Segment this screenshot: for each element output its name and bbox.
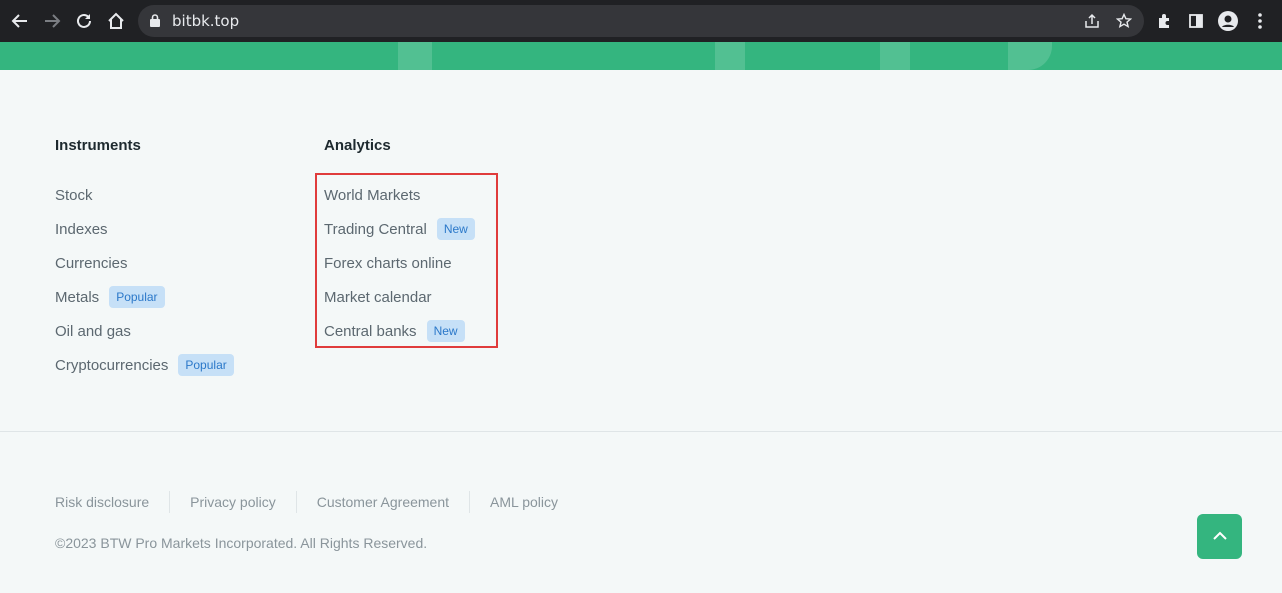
link-separator xyxy=(295,491,297,513)
banner-decoration xyxy=(880,42,910,70)
aml-policy-link[interactable]: AML policy xyxy=(490,494,558,510)
extensions-icon[interactable] xyxy=(1152,9,1176,33)
list-item: Market calendar xyxy=(324,280,475,314)
copyright-text: ©2023 BTW Pro Markets Incorporated. All … xyxy=(55,535,428,551)
instruments-column: Instruments Stock Indexes Currencies Met… xyxy=(55,136,234,382)
banner-decoration xyxy=(1008,42,1052,70)
footer-divider xyxy=(0,431,1282,432)
list-item: Currencies xyxy=(55,246,234,280)
share-icon[interactable] xyxy=(1082,11,1102,31)
risk-disclosure-link[interactable]: Risk disclosure xyxy=(55,494,149,510)
reload-icon[interactable] xyxy=(72,9,96,33)
instrument-link-indexes[interactable]: Indexes xyxy=(55,221,108,238)
browser-toolbar: bitbk.top xyxy=(0,0,1282,42)
home-icon[interactable] xyxy=(104,9,128,33)
banner-decoration xyxy=(715,42,745,70)
url-text: bitbk.top xyxy=(172,12,240,30)
profile-icon[interactable] xyxy=(1216,9,1240,33)
analytics-list: World Markets Trading Central New Forex c… xyxy=(324,178,475,348)
list-item: Stock xyxy=(55,178,234,212)
bookmark-star-icon[interactable] xyxy=(1114,11,1134,31)
address-bar[interactable]: bitbk.top xyxy=(138,5,1144,37)
instrument-link-metals[interactable]: Metals xyxy=(55,289,99,306)
customer-agreement-link[interactable]: Customer Agreement xyxy=(317,494,449,510)
analytics-link-forex-charts-online[interactable]: Forex charts online xyxy=(324,255,452,272)
instrument-link-cryptocurrencies[interactable]: Cryptocurrencies xyxy=(55,357,168,374)
link-separator xyxy=(469,491,471,513)
analytics-link-trading-central[interactable]: Trading Central xyxy=(324,221,427,238)
instrument-link-oil-and-gas[interactable]: Oil and gas xyxy=(55,323,131,340)
instrument-link-stock[interactable]: Stock xyxy=(55,187,93,204)
list-item: Indexes xyxy=(55,212,234,246)
link-separator xyxy=(169,491,171,513)
lock-icon xyxy=(150,14,160,32)
side-panel-icon[interactable] xyxy=(1184,9,1208,33)
chevron-up-icon xyxy=(1212,528,1228,546)
list-item: World Markets xyxy=(324,178,475,212)
instrument-link-currencies[interactable]: Currencies xyxy=(55,255,128,272)
analytics-heading: Analytics xyxy=(324,137,391,154)
instruments-heading: Instruments xyxy=(55,137,141,154)
list-item: Metals Popular xyxy=(55,280,234,314)
analytics-link-world-markets[interactable]: World Markets xyxy=(324,187,420,204)
analytics-link-market-calendar[interactable]: Market calendar xyxy=(324,289,432,306)
forward-icon[interactable] xyxy=(40,9,64,33)
new-badge: New xyxy=(426,320,465,342)
scroll-to-top-button[interactable] xyxy=(1197,514,1242,559)
popular-badge: Popular xyxy=(178,354,234,376)
privacy-policy-link[interactable]: Privacy policy xyxy=(190,494,276,510)
hero-banner-strip xyxy=(0,42,1282,70)
list-item: Forex charts online xyxy=(324,246,475,280)
back-icon[interactable] xyxy=(8,9,32,33)
instruments-list: Stock Indexes Currencies Metals Popular O… xyxy=(55,178,234,382)
list-item: Trading Central New xyxy=(324,212,475,246)
banner-decoration xyxy=(398,42,432,70)
list-item: Oil and gas xyxy=(55,314,234,348)
legal-links: Risk disclosure Privacy policy Customer … xyxy=(55,491,558,513)
new-badge: New xyxy=(436,218,475,240)
analytics-link-central-banks[interactable]: Central banks xyxy=(324,323,417,340)
popular-badge: Popular xyxy=(109,286,165,308)
analytics-column: Analytics World Markets Trading Central N… xyxy=(324,136,475,348)
list-item: Central banks New xyxy=(324,314,475,348)
menu-dots-icon[interactable] xyxy=(1248,9,1272,33)
list-item: Cryptocurrencies Popular xyxy=(55,348,234,382)
